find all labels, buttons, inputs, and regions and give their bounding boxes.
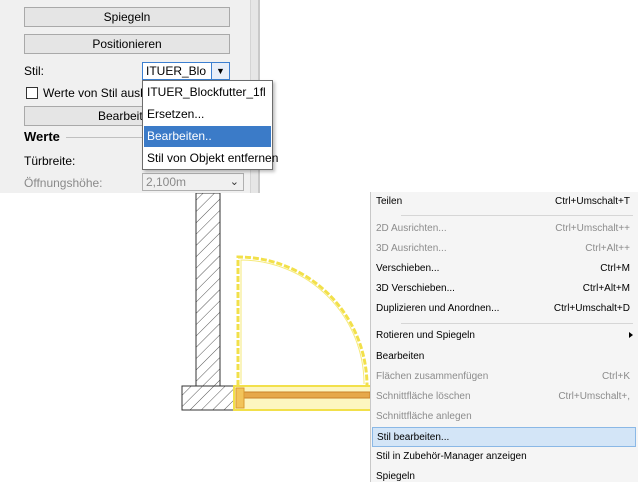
menu-item-label: Stil bearbeiten... bbox=[377, 432, 450, 443]
menu-item-label: Flächen zusammenfügen bbox=[376, 371, 489, 382]
menu-item-delete-section[interactable]: Schnittfläche löschen Ctrl+Umschalt+, bbox=[372, 387, 636, 407]
menu-item-label: 3D Verschieben... bbox=[376, 283, 455, 294]
menu-item-label: Schnittfläche löschen bbox=[376, 391, 471, 402]
menu-item-edit-style[interactable]: Stil bearbeiten... bbox=[372, 427, 636, 447]
opening-height-label: Öffnungshöhe: bbox=[24, 176, 103, 190]
menu-item-align-3d[interactable]: 3D Ausrichten... Ctrl+Alt++ bbox=[372, 239, 636, 259]
mirror-button[interactable]: Spiegeln bbox=[24, 7, 230, 27]
door-swing[interactable] bbox=[236, 255, 369, 387]
chevron-down-icon[interactable]: ▼ bbox=[211, 63, 229, 79]
dropdown-item-remove-style[interactable]: Stil von Objekt entfernen bbox=[144, 148, 278, 169]
menu-item-shortcut: Ctrl+Umschalt+, bbox=[558, 391, 630, 402]
style-select-value: ITUER_Blo bbox=[146, 64, 207, 78]
menu-item-move-3d[interactable]: 3D Verschieben... Ctrl+Alt+M bbox=[372, 279, 636, 299]
dropdown-item-style-name[interactable]: ITUER_Blockfutter_1fl bbox=[144, 82, 271, 103]
submenu-arrow-icon bbox=[629, 332, 633, 338]
menu-item-label: Rotieren und Spiegeln bbox=[376, 330, 475, 341]
dropdown-item-edit[interactable]: Bearbeiten.. bbox=[144, 126, 271, 147]
menu-item-label: Verschieben... bbox=[376, 263, 440, 274]
menu-item-label: Stil in Zubehör-Manager anzeigen bbox=[376, 451, 527, 462]
menu-item-mirror[interactable]: Spiegeln bbox=[372, 467, 636, 487]
menu-item-label: Schnittfläche anlegen bbox=[376, 411, 472, 422]
style-dropdown-list: ITUER_Blockfutter_1fl Ersetzen... Bearbe… bbox=[142, 80, 278, 170]
menu-item-show-in-resource-manager[interactable]: Stil in Zubehör-Manager anzeigen bbox=[372, 447, 636, 467]
menu-item-shortcut: Ctrl+K bbox=[601, 371, 630, 382]
wall-vertical bbox=[195, 192, 221, 387]
values-from-style-label: Werte von Stil ausb bbox=[43, 86, 147, 100]
opening-height-field[interactable]: 2,100m ⌄ bbox=[142, 173, 244, 191]
menu-item-edit[interactable]: Bearbeiten bbox=[372, 347, 636, 367]
values-section-title: Werte bbox=[24, 129, 60, 144]
menu-item-shortcut: Ctrl+Umschalt++ bbox=[555, 223, 630, 234]
wall-horizontal bbox=[181, 385, 239, 411]
menu-item-shortcut: Ctrl+Alt+M bbox=[582, 283, 630, 294]
style-select[interactable]: ITUER_Blo ▼ bbox=[142, 62, 230, 80]
context-menu: Teilen Ctrl+Umschalt+T 2D Ausrichten... … bbox=[370, 192, 638, 482]
menu-item-label: Bearbeiten bbox=[376, 351, 425, 362]
menu-item-shortcut: Ctrl+Alt++ bbox=[585, 243, 630, 254]
position-button[interactable]: Positionieren bbox=[24, 34, 230, 54]
menu-item-label: Duplizieren und Anordnen... bbox=[376, 303, 500, 314]
values-from-style-checkbox[interactable] bbox=[26, 87, 38, 99]
menu-separator bbox=[401, 323, 633, 324]
menu-separator bbox=[401, 215, 633, 216]
dropdown-item-replace[interactable]: Ersetzen... bbox=[144, 104, 271, 125]
style-label: Stil: bbox=[24, 64, 45, 78]
menu-item-duplicate-arrange[interactable]: Duplizieren und Anordnen... Ctrl+Umschal… bbox=[372, 299, 636, 319]
menu-item-create-section[interactable]: Schnittfläche anlegen bbox=[372, 407, 636, 427]
menu-item-label: Teilen bbox=[376, 196, 403, 207]
menu-item-shortcut: Ctrl+Umschalt+T bbox=[554, 196, 630, 207]
menu-item-label: Spiegeln bbox=[376, 471, 415, 482]
menu-item-shortcut: Ctrl+M bbox=[600, 263, 630, 274]
menu-item-shortcut: Ctrl+Umschalt+D bbox=[553, 303, 630, 314]
menu-item-align-2d[interactable]: 2D Ausrichten... Ctrl+Umschalt++ bbox=[372, 219, 636, 239]
menu-item-merge-faces[interactable]: Flächen zusammenfügen Ctrl+K bbox=[372, 367, 636, 387]
chevron-down-icon[interactable]: ⌄ bbox=[230, 175, 239, 189]
menu-item-rotate-mirror[interactable]: Rotieren und Spiegeln bbox=[372, 326, 636, 346]
door-width-label: Türbreite: bbox=[24, 154, 76, 168]
opening-height-value: 2,100m bbox=[146, 175, 187, 189]
menu-item-split[interactable]: Teilen Ctrl+Umschalt+T bbox=[372, 192, 636, 212]
menu-item-label: 2D Ausrichten... bbox=[376, 223, 447, 234]
menu-item-move[interactable]: Verschieben... Ctrl+M bbox=[372, 259, 636, 279]
door-leaf[interactable] bbox=[233, 385, 375, 411]
menu-item-label: 3D Ausrichten... bbox=[376, 243, 447, 254]
